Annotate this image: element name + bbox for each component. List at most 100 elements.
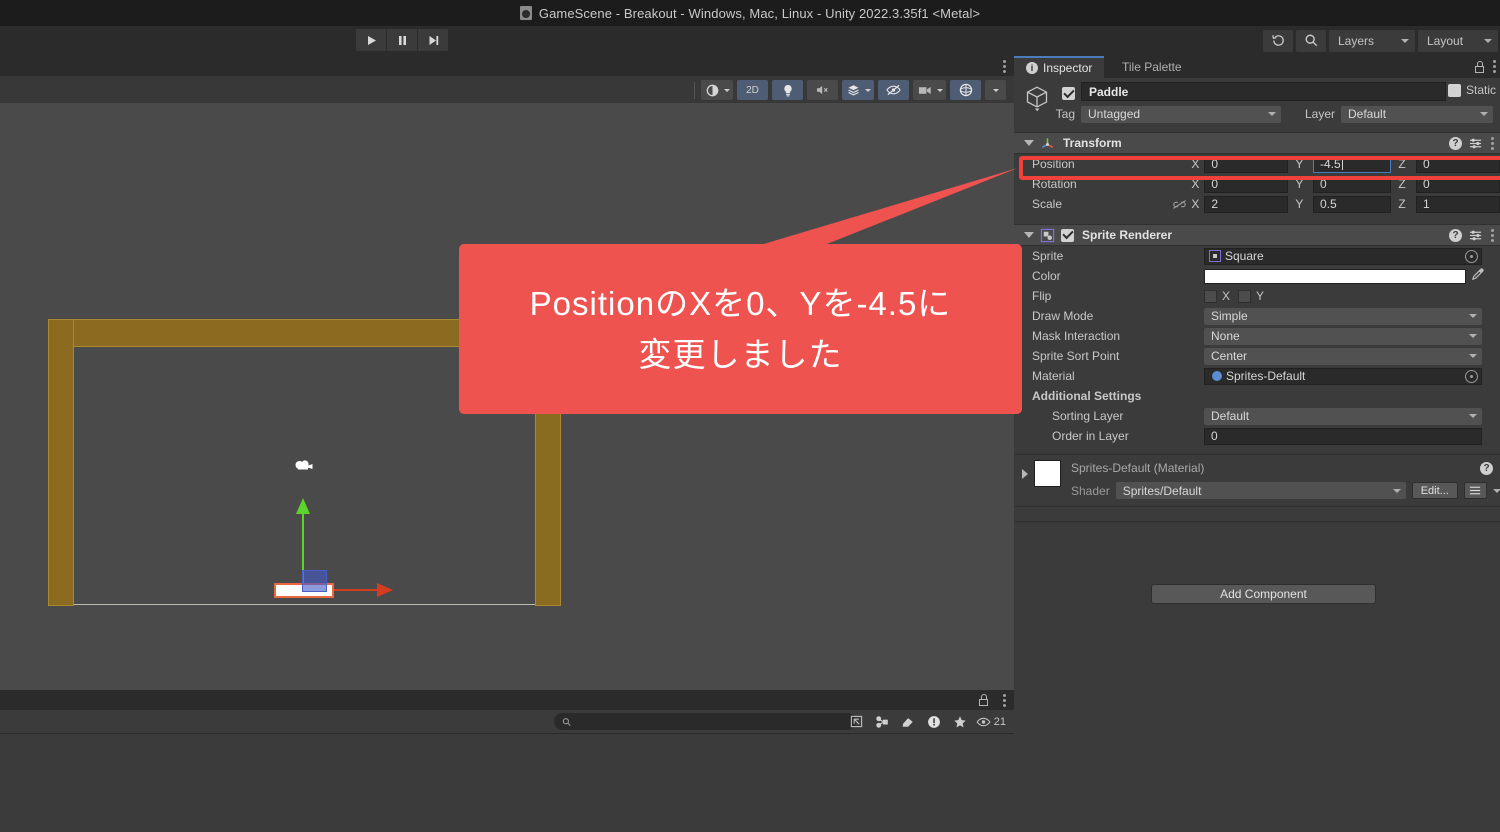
console-collapse-icon[interactable] [844,712,869,731]
toggle-2d-button[interactable]: 2D [737,80,768,100]
tab-tile-palette[interactable]: Tile Palette [1110,56,1194,78]
material-row[interactable]: Material Sprites-Default [1014,366,1500,386]
pause-button[interactable] [387,29,418,51]
sprite-renderer-enabled-checkbox[interactable] [1061,228,1074,242]
color-field-row[interactable]: Color [1014,266,1500,286]
sprite-field-row[interactable]: Sprite Square [1014,246,1500,266]
order-in-layer-row[interactable]: Order in Layer 0 [1014,426,1500,446]
tab-inspector[interactable]: i Inspector [1014,56,1105,78]
draw-mode-row[interactable]: Draw Mode Simple [1014,306,1500,326]
constrain-proportions-off-icon[interactable] [1168,199,1191,210]
console-connect-icon[interactable] [870,712,895,731]
gizmos-dropdown[interactable] [985,80,1006,100]
help-icon[interactable]: ? [1449,136,1462,150]
lighting-icon[interactable] [772,80,803,100]
static-checkbox[interactable] [1447,83,1461,97]
kebab-menu-icon[interactable] [1490,228,1494,242]
console-favorite-icon[interactable] [948,712,973,731]
kebab-menu-icon[interactable] [1002,60,1006,73]
transform-rotation-row[interactable]: Rotation X 0 Y 0 Z 0 [1014,174,1500,194]
flip-y-checkbox[interactable] [1238,289,1252,303]
audio-mute-icon[interactable] [807,80,838,100]
kebab-menu-icon[interactable] [1490,136,1494,150]
scene-camera-icon[interactable] [913,80,946,100]
transform-scale-row[interactable]: Scale X 2 Y 0.5 Z 1 [1014,194,1500,214]
flip-field-row[interactable]: Flip X Y [1014,286,1500,306]
console-message-list[interactable] [0,733,1014,832]
position-z-field[interactable]: 0 [1416,155,1500,173]
effects-icon[interactable] [842,80,874,100]
position-y-field[interactable]: -4.5 [1312,155,1392,173]
foldout-arrow-icon[interactable] [1024,140,1034,146]
gameobject-enabled-checkbox[interactable] [1062,87,1075,100]
order-in-layer-field[interactable]: 0 [1204,427,1482,445]
sprite-renderer-header[interactable]: Sprite Renderer ? [1014,224,1500,246]
object-picker-icon[interactable] [1465,249,1478,263]
gizmos-icon[interactable] [950,80,981,100]
layers-dropdown[interactable]: Layers [1329,29,1415,52]
expand-arrow-icon[interactable] [1022,469,1028,479]
kebab-menu-icon[interactable] [1002,694,1006,707]
scale-x-field[interactable]: 2 [1204,195,1289,213]
draw-mode-dropdown[interactable]: Simple [1204,307,1482,325]
console-clear-icon[interactable] [896,712,921,731]
sprite-sort-point-dropdown[interactable]: Center [1204,347,1482,365]
scene-view-toolbar: 2D [0,76,1014,103]
additional-settings-header[interactable]: Additional Settings [1014,386,1500,406]
position-x-field[interactable]: 0 [1204,155,1289,173]
console-error-icon[interactable] [922,712,947,731]
help-icon[interactable]: ? [1480,462,1493,475]
tag-dropdown[interactable]: Untagged [1081,105,1281,123]
help-icon[interactable]: ? [1449,228,1462,242]
console-search-box[interactable] [554,713,856,730]
shader-dropdown[interactable]: Sprites/Default [1115,482,1406,499]
mask-interaction-dropdown[interactable]: None [1204,327,1482,345]
gameobject-name-field[interactable]: Paddle [1081,82,1446,101]
sprite-object-field[interactable]: Square [1204,247,1482,265]
rotation-x-field[interactable]: 0 [1204,175,1289,193]
hidden-objects-icon[interactable] [878,80,909,100]
material-preview-swatch[interactable] [1034,460,1061,487]
shader-edit-button[interactable]: Edit... [1411,482,1458,499]
object-picker-icon[interactable] [1465,369,1478,383]
scale-y-field[interactable]: 0.5 [1312,195,1392,213]
material-object-field[interactable]: Sprites-Default [1204,367,1482,385]
transform-position-row[interactable]: Position X 0 Y -4.5 Z 0 [1014,154,1500,174]
rotation-z-field[interactable]: 0 [1416,175,1500,193]
lock-icon[interactable] [979,694,988,706]
transform-header[interactable]: Transform ? [1014,132,1500,154]
sorting-layer-row[interactable]: Sorting Layer Default [1014,406,1500,426]
shading-mode-icon[interactable] [701,80,733,100]
play-button[interactable] [356,29,387,51]
preset-icon[interactable] [1469,229,1483,242]
transform-component: Transform ? Position X 0 Y -4.5 Z 0 Rota… [1014,132,1500,214]
eyedropper-icon[interactable] [1466,268,1484,284]
chevron-down-icon[interactable] [1492,488,1500,493]
move-gizmo-x-arrow[interactable] [377,583,393,597]
search-icon[interactable] [1296,29,1326,52]
mask-interaction-row[interactable]: Mask Interaction None [1014,326,1500,346]
flip-x-checkbox[interactable] [1204,289,1217,303]
move-gizmo-xy-handle[interactable] [302,570,327,592]
console-search-input[interactable] [576,714,848,729]
sprite-renderer-icon [1040,228,1055,242]
sorting-layer-dropdown[interactable]: Default [1204,407,1482,425]
wall-left[interactable] [48,319,74,606]
rotation-y-field[interactable]: 0 [1312,175,1392,193]
color-swatch[interactable] [1204,268,1466,284]
move-gizmo-y-arrow[interactable] [296,498,310,514]
render-queue-icon[interactable] [1463,482,1487,499]
preset-icon[interactable] [1469,137,1483,150]
layer-dropdown[interactable]: Default [1341,105,1493,123]
lock-icon[interactable] [1475,60,1484,73]
add-component-button[interactable]: Add Component [1151,584,1376,604]
static-toggle[interactable]: Static [1447,83,1496,97]
undo-history-icon[interactable] [1263,29,1293,52]
scale-z-field[interactable]: 1 [1416,195,1500,213]
main-camera-gizmo[interactable] [293,458,315,474]
sprite-sort-point-row[interactable]: Sprite Sort Point Center [1014,346,1500,366]
foldout-arrow-icon[interactable] [1024,232,1034,238]
kebab-menu-icon[interactable] [1492,60,1496,73]
step-button[interactable] [418,29,448,51]
layout-dropdown[interactable]: Layout [1418,29,1498,52]
